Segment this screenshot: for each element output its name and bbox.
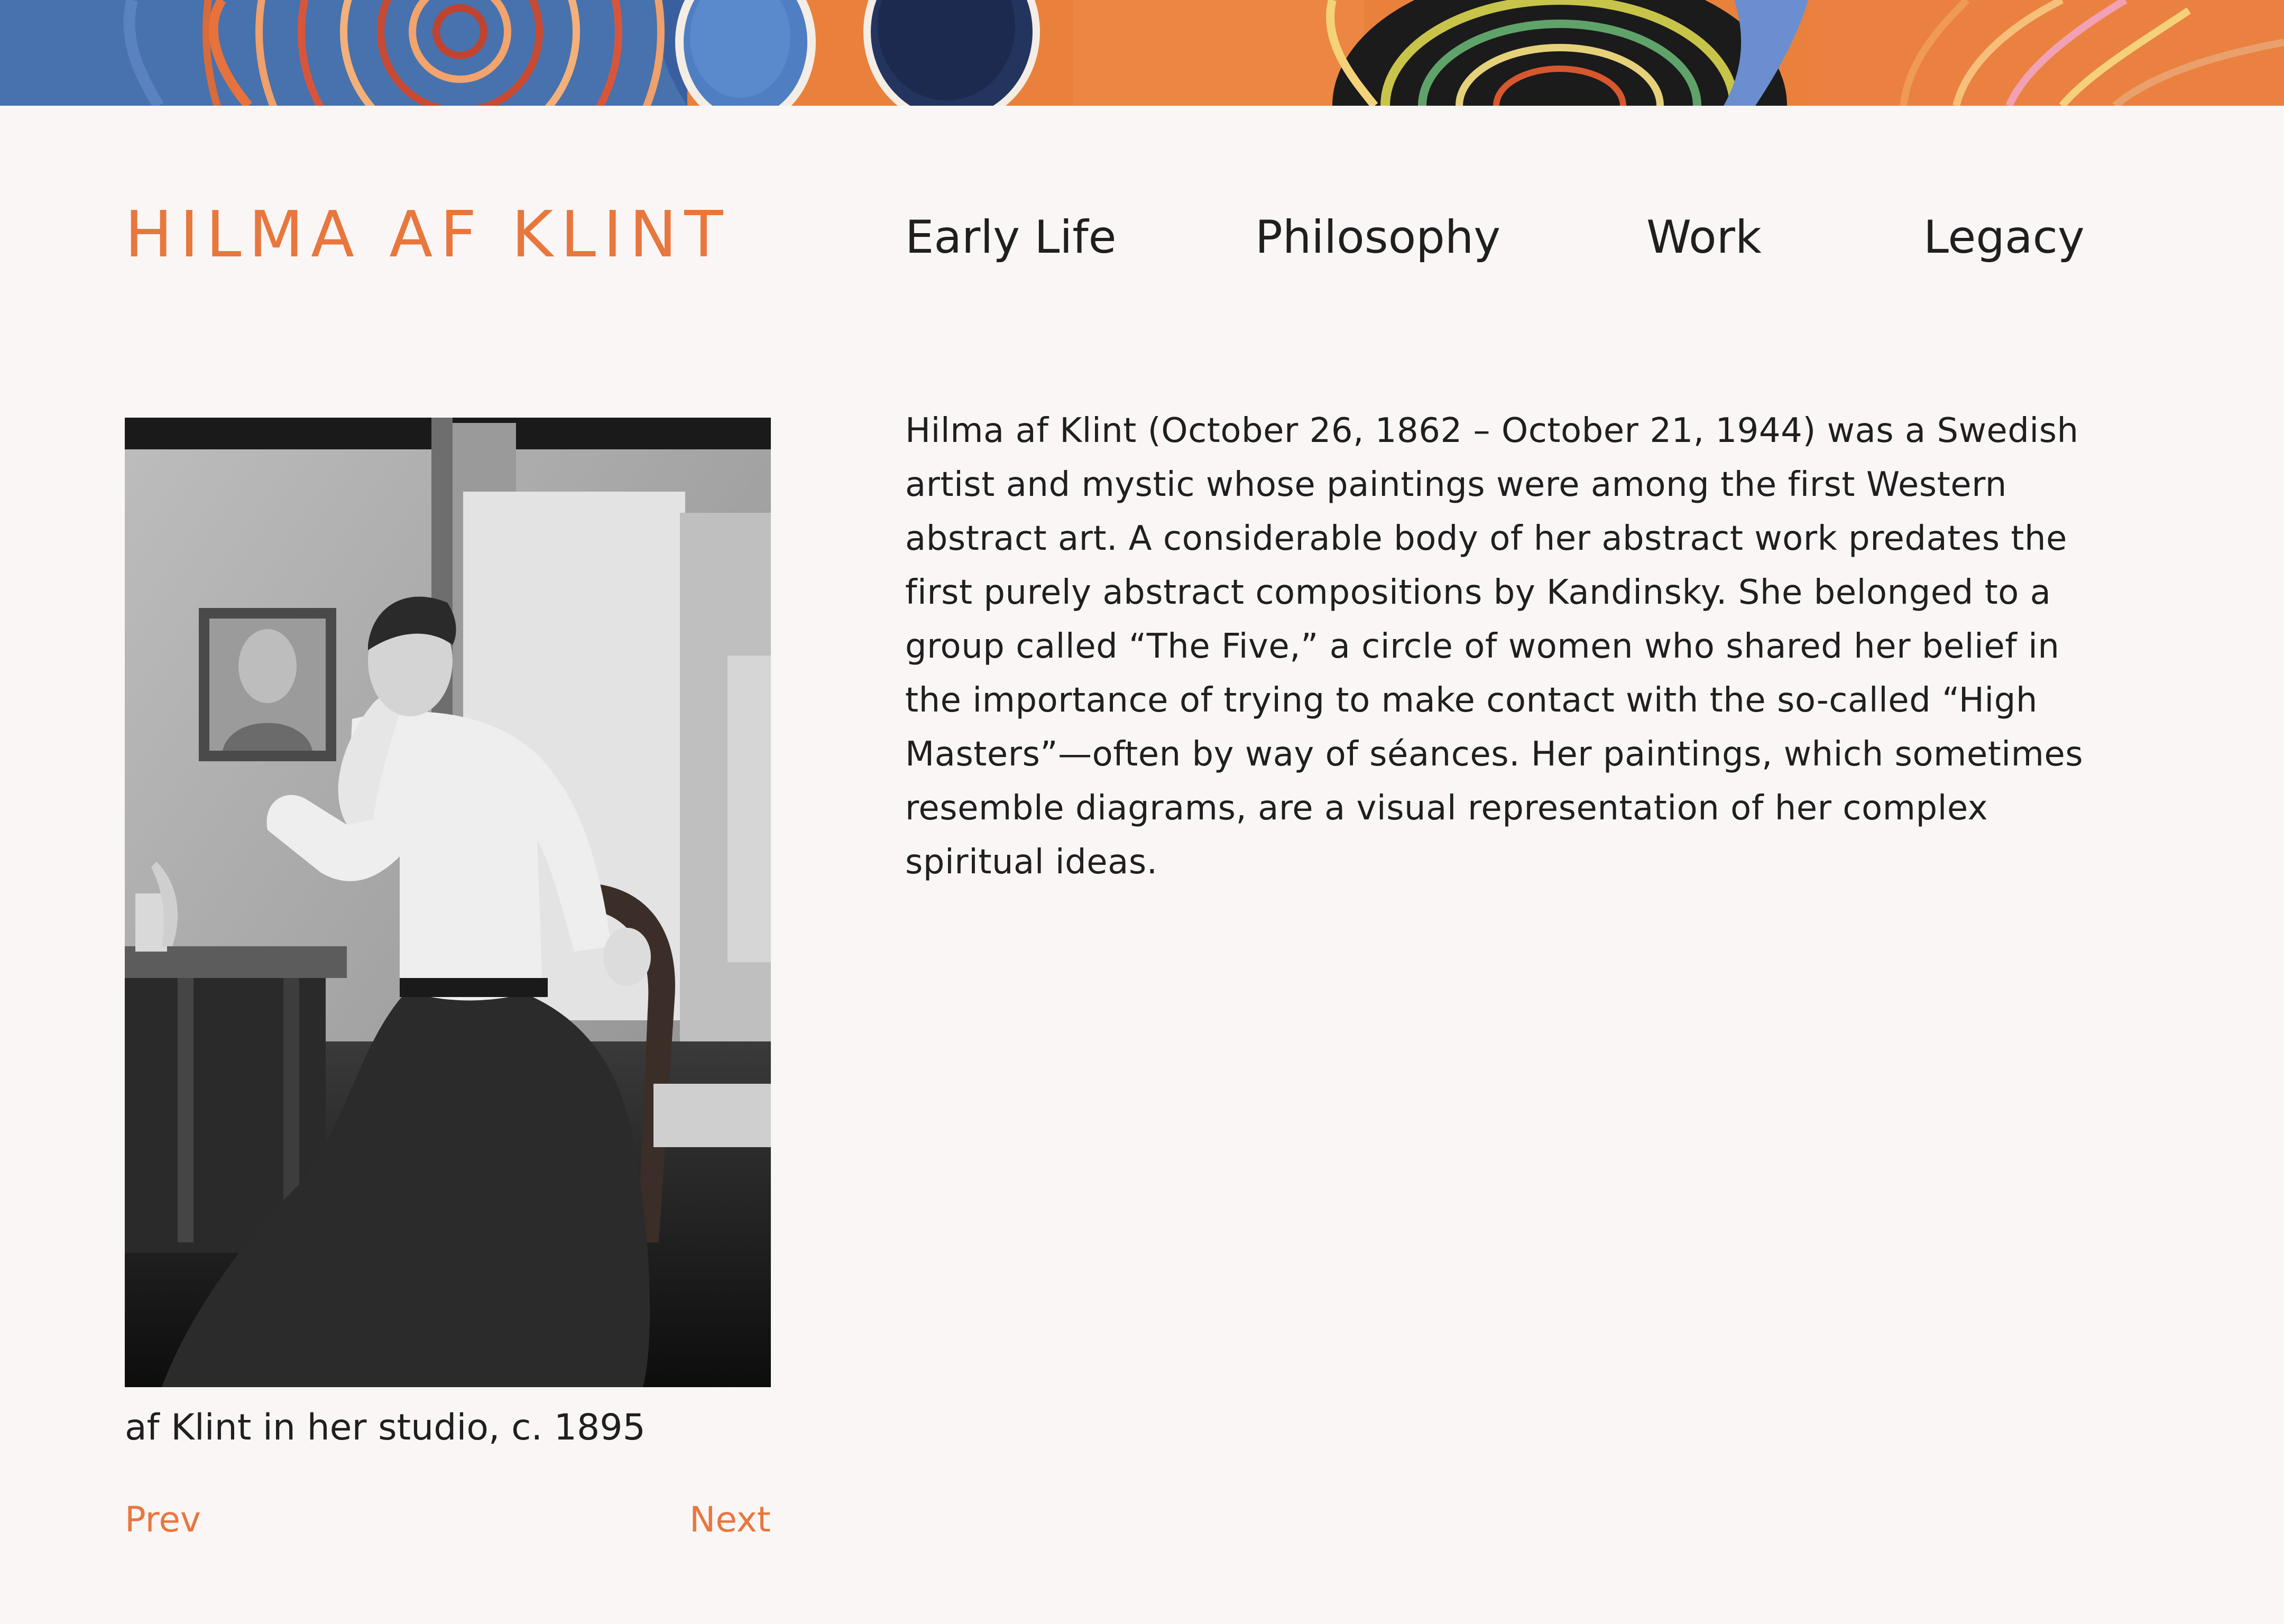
nav-item-legacy[interactable]: Legacy (1923, 208, 2085, 266)
nav-item-early-life[interactable]: Early Life (905, 208, 1117, 266)
next-button[interactable]: Next (689, 1496, 771, 1544)
nav-item-philosophy[interactable]: Philosophy (1255, 208, 1500, 266)
biography-text: Hilma af Klint (October 26, 1862 – Octob… (905, 411, 2084, 882)
main-nav: Early Life Philosophy Work Legacy (0, 208, 2284, 266)
header-painting-banner (0, 0, 2284, 106)
nav-item-work[interactable]: Work (1646, 208, 1762, 266)
studio-photo (125, 418, 771, 1387)
prev-button[interactable]: Prev (125, 1496, 201, 1544)
photo-caption: af Klint in her studio, c. 1895 (125, 1407, 646, 1448)
